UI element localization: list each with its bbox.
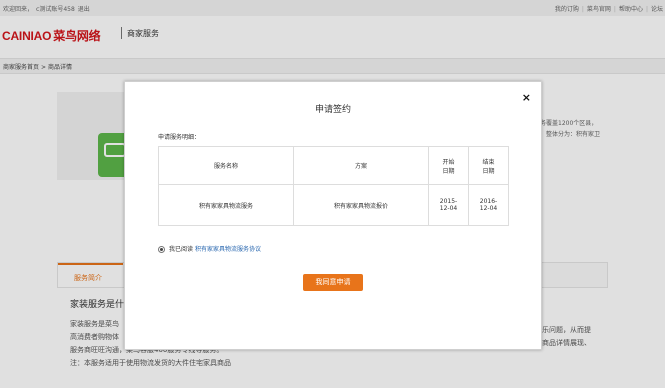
- agree-text: 我已阅读: [169, 246, 194, 253]
- column-header: 结束 日期: [468, 146, 509, 185]
- agree-apply-button[interactable]: 我同意申请: [303, 274, 363, 291]
- detail-label: 申请服务明细：: [158, 134, 201, 141]
- table-cell: 2016- 12-04: [468, 184, 509, 226]
- table-row: 积有家家具物流服务 积有家家具物流报价 2015- 12-04 2016- 12…: [158, 184, 509, 226]
- agree-radio[interactable]: [158, 246, 165, 253]
- service-detail-table: 服务名称 方案 开始 日期 结束 日期 积有家家具物流服务 积有家家具物流报价 …: [158, 146, 509, 226]
- table-cell: 积有家家具物流报价: [293, 184, 429, 226]
- table-cell: 2015- 12-04: [428, 184, 469, 226]
- dialog-title: 申请签约: [314, 105, 351, 115]
- table-header-row: 服务名称 方案 开始 日期 结束 日期: [158, 146, 509, 185]
- close-icon[interactable]: ×: [522, 91, 531, 104]
- column-header: 开始 日期: [428, 146, 469, 185]
- apply-contract-dialog: 申请签约 × 申请服务明细： 服务名称 方案 开始 日期 结束 日期 积有家家具…: [124, 81, 542, 350]
- agreement-row: 我已阅读 积有家家具物流服务协议: [158, 244, 261, 253]
- table-cell: 积有家家具物流服务: [158, 184, 294, 226]
- column-header: 方案: [293, 146, 429, 185]
- column-header: 服务名称: [158, 146, 294, 185]
- service-agreement-link[interactable]: 积有家家具物流服务协议: [195, 246, 261, 253]
